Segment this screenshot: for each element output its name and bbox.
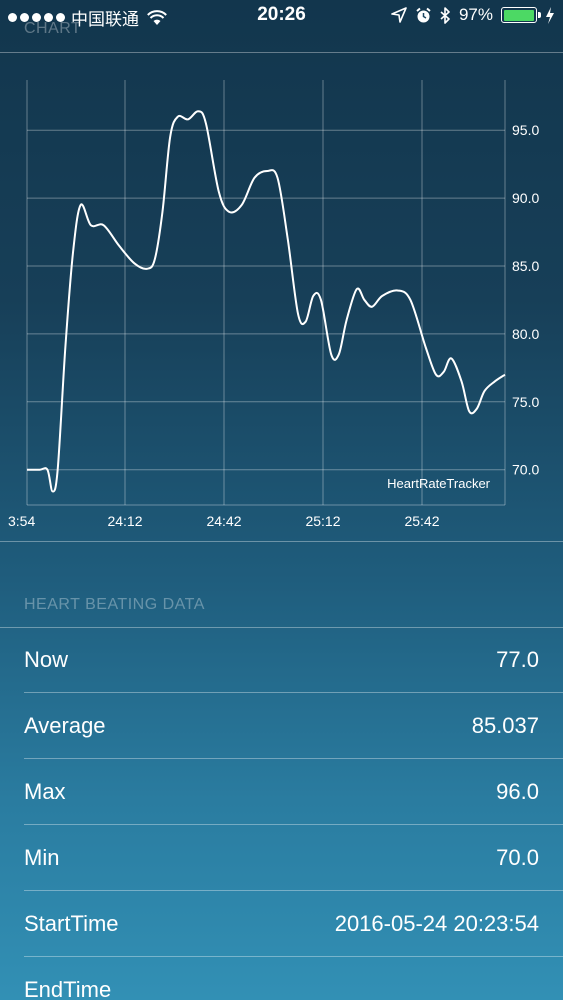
- heart-rate-chart-svg: 70.0 75.0 80.0 85.0 90.0 95.0 3:54 24:12 24:42 25…: [8, 80, 539, 529]
- heart-rate-chart: 70.0 75.0 80.0 85.0 90.0 95.0 3:54 24:12 24:42 25…: [0, 54, 563, 542]
- y-tick-label: 90.0: [512, 190, 539, 206]
- row-label: Min: [24, 845, 60, 870]
- location-arrow-icon: [391, 7, 407, 23]
- battery-icon: [501, 7, 541, 23]
- x-tick-label: 24:42: [206, 513, 241, 529]
- row-label: EndTime: [24, 977, 112, 1000]
- chart-top-divider: [0, 52, 563, 53]
- row-label: Now: [24, 647, 69, 672]
- y-tick-label: 85.0: [512, 258, 539, 274]
- y-tick-label: 80.0: [512, 326, 539, 342]
- battery-percent: 97%: [458, 5, 493, 24]
- data-row-starttime: StartTime 2016-05-24 20:23:54: [0, 891, 563, 957]
- chart-legend-label: HeartRateTracker: [387, 476, 490, 491]
- x-tick-label: 3:54: [8, 513, 35, 529]
- y-tick-label: 70.0: [512, 462, 539, 478]
- x-tick-label: 25:42: [404, 513, 439, 529]
- battery-level: [503, 9, 534, 21]
- data-row-average: Average 85.037: [0, 693, 563, 759]
- y-tick-label: 75.0: [512, 394, 539, 410]
- data-section-header: HEART BEATING DATA: [24, 596, 205, 613]
- heart-rate-series-line: [27, 110, 506, 493]
- row-value: 85.037: [471, 713, 539, 738]
- data-row-now: Now 77.0: [0, 627, 563, 693]
- y-tick-label: 95.0: [512, 122, 539, 138]
- x-tick-label: 24:12: [107, 513, 142, 529]
- x-tick-label: 25:12: [305, 513, 340, 529]
- row-label: StartTime: [24, 911, 119, 936]
- chart-section-header: CHART: [24, 20, 82, 37]
- status-right: 97%: [391, 5, 555, 25]
- row-label: Average: [24, 713, 106, 738]
- data-row-min: Min 70.0: [0, 825, 563, 891]
- row-label: Max: [24, 779, 66, 804]
- charging-bolt-icon: [546, 6, 554, 24]
- status-bar: 中国联通 20:26 97%: [0, 0, 563, 32]
- alarm-clock-icon: [416, 7, 431, 22]
- data-row-max: Max 96.0: [0, 759, 563, 825]
- data-row-endtime: EndTime: [0, 957, 563, 1000]
- bluetooth-icon: [440, 6, 450, 24]
- row-value: 96.0: [496, 779, 539, 804]
- chart-bottom-divider: [0, 541, 563, 542]
- row-value: 77.0: [496, 647, 539, 672]
- row-value: 70.0: [496, 845, 539, 870]
- row-value: 2016-05-24 20:23:54: [334, 911, 539, 936]
